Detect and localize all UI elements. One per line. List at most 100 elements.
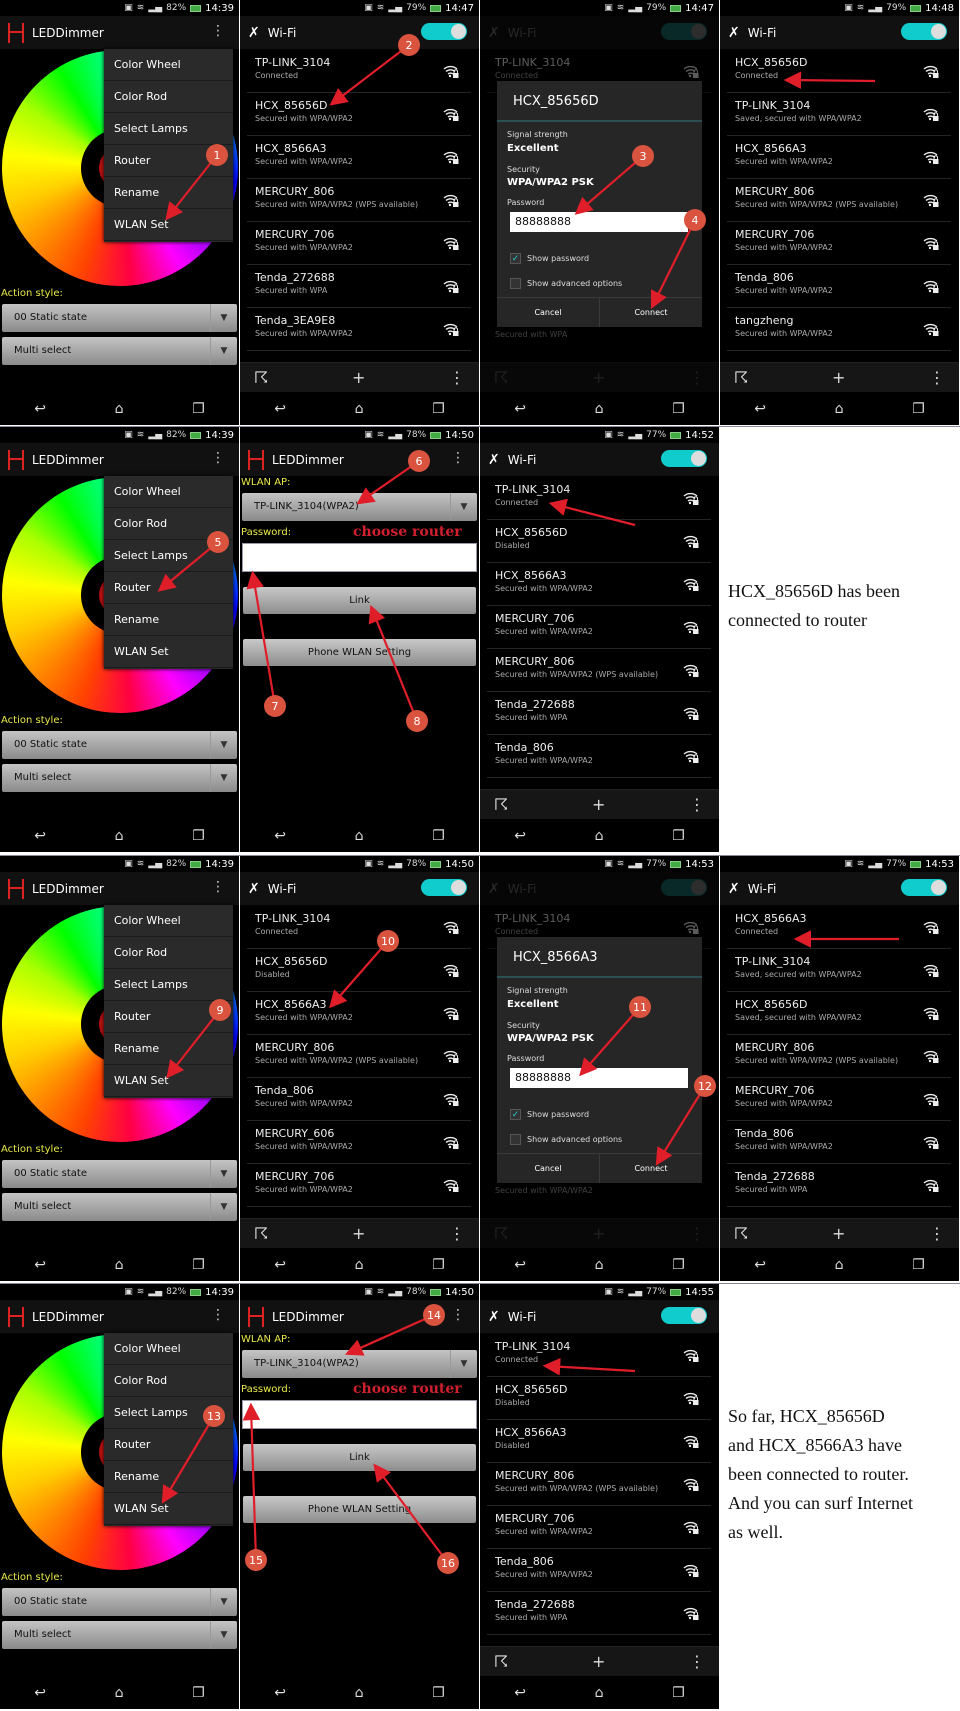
recents-icon[interactable]: ❐ xyxy=(912,1257,925,1273)
network-item[interactable]: MERCURY_806 Secured with WPA/WPA2 (WPS av… xyxy=(247,1035,471,1078)
back-icon[interactable]: ↩ xyxy=(514,401,526,417)
network-item[interactable]: HCX_85656D Disabled xyxy=(487,1377,711,1420)
home-icon[interactable]: ⌂ xyxy=(595,828,604,844)
overflow-menu-icon[interactable]: ⋮ xyxy=(451,1307,465,1323)
network-item[interactable]: HCX_85656D Saved, secured with WPA/WPA2 xyxy=(727,992,951,1035)
multi-select-dropdown[interactable]: Multi select ▼ xyxy=(2,764,237,792)
wps-icon[interactable]: ☈ xyxy=(494,1652,508,1671)
wps-icon[interactable]: ☈ xyxy=(254,368,268,387)
menu-item-rename[interactable]: Rename xyxy=(104,1461,233,1493)
overflow-menu-icon[interactable]: ⋮ xyxy=(689,795,705,814)
back-icon[interactable]: ↩ xyxy=(514,828,526,844)
network-item[interactable]: Tenda_3EA9E8 Secured with WPA/WPA2 xyxy=(247,308,471,351)
show-password-checkbox[interactable]: ✓ xyxy=(510,1109,521,1120)
home-icon[interactable]: ⌂ xyxy=(115,828,124,844)
network-item[interactable]: Tenda_272688 Secured with WPA xyxy=(727,1164,951,1207)
network-item[interactable]: Tenda_806 Secured with WPA/WPA2 xyxy=(727,1121,951,1164)
network-item[interactable]: MERCURY_706 Secured with WPA/WPA2 xyxy=(247,1164,471,1207)
home-icon[interactable]: ⌂ xyxy=(595,1257,604,1273)
overflow-menu-icon[interactable]: ⋮ xyxy=(929,368,945,387)
network-item[interactable]: MERCURY_806 Secured with WPA/WPA2 (WPS av… xyxy=(247,179,471,222)
network-item[interactable]: HCX_8566A3 Secured with WPA/WPA2 xyxy=(247,992,471,1035)
menu-item-wlan-set[interactable]: WLAN Set xyxy=(104,209,233,241)
home-icon[interactable]: ⌂ xyxy=(115,401,124,417)
add-icon[interactable]: + xyxy=(352,1224,365,1243)
advanced-options-checkbox[interactable] xyxy=(510,278,521,289)
network-item[interactable]: Tenda_272688 Secured with WPA xyxy=(487,1592,711,1635)
network-item[interactable]: HCX_8566A3 Secured with WPA/WPA2 xyxy=(727,136,951,179)
menu-item-wlan-set[interactable]: WLAN Set xyxy=(104,1065,233,1097)
multi-select-dropdown[interactable]: Multi select ▼ xyxy=(2,337,237,365)
menu-item-rename[interactable]: Rename xyxy=(104,177,233,209)
recents-icon[interactable]: ❐ xyxy=(192,828,205,844)
recents-icon[interactable]: ❐ xyxy=(192,1685,205,1701)
network-item[interactable]: tangzheng Secured with WPA/WPA2 xyxy=(727,308,951,351)
network-item[interactable]: TP-LINK_3104 Connected xyxy=(487,1334,711,1377)
network-item[interactable]: TP-LINK_3104 Saved, secured with WPA/WPA2 xyxy=(727,949,951,992)
network-item[interactable]: Tenda_272688 Secured with WPA xyxy=(247,265,471,308)
network-item[interactable]: MERCURY_606 Secured with WPA/WPA2 xyxy=(247,1121,471,1164)
recents-icon[interactable]: ❐ xyxy=(672,1685,685,1701)
menu-item-color-rod[interactable]: Color Rod xyxy=(104,937,233,969)
wps-icon[interactable]: ☈ xyxy=(734,1224,748,1243)
action-style-dropdown[interactable]: 00 Static state ▼ xyxy=(2,1588,237,1616)
wifi-toggle[interactable] xyxy=(901,879,947,896)
network-item[interactable]: TP-LINK_3104 Connected xyxy=(487,477,711,520)
network-item[interactable]: MERCURY_806 Secured with WPA/WPA2 (WPS av… xyxy=(487,1463,711,1506)
network-item[interactable]: HCX_85656D Disabled xyxy=(487,520,711,563)
menu-item-color-rod[interactable]: Color Rod xyxy=(104,1365,233,1397)
wlan-ap-dropdown[interactable]: TP-LINK_3104(WPA2) ▼ xyxy=(242,493,477,521)
home-icon[interactable]: ⌂ xyxy=(355,1685,364,1701)
home-icon[interactable]: ⌂ xyxy=(595,1685,604,1701)
action-style-dropdown[interactable]: 00 Static state ▼ xyxy=(2,304,237,332)
menu-item-router[interactable]: Router xyxy=(104,572,233,604)
home-icon[interactable]: ⌂ xyxy=(355,401,364,417)
home-icon[interactable]: ⌂ xyxy=(355,828,364,844)
menu-item-wlan-set[interactable]: WLAN Set xyxy=(104,1493,233,1525)
overflow-menu-icon[interactable]: ⋮ xyxy=(211,23,225,39)
network-item[interactable]: HCX_8566A3 Disabled xyxy=(487,1420,711,1463)
network-item[interactable]: HCX_8566A3 Connected xyxy=(727,906,951,949)
recents-icon[interactable]: ❐ xyxy=(432,1685,445,1701)
action-style-dropdown[interactable]: 00 Static state ▼ xyxy=(2,1160,237,1188)
back-icon[interactable]: ↩ xyxy=(274,828,286,844)
home-icon[interactable]: ⌂ xyxy=(595,401,604,417)
back-icon[interactable]: ↩ xyxy=(34,1257,46,1273)
wifi-toggle[interactable] xyxy=(661,450,707,467)
wifi-toggle[interactable] xyxy=(421,879,467,896)
overflow-menu-icon[interactable]: ⋮ xyxy=(211,879,225,895)
recents-icon[interactable]: ❐ xyxy=(912,401,925,417)
network-item[interactable]: TP-LINK_3104 Connected xyxy=(247,906,471,949)
wlan-ap-dropdown[interactable]: TP-LINK_3104(WPA2) ▼ xyxy=(242,1350,477,1378)
back-icon[interactable]: ↩ xyxy=(274,1257,286,1273)
overflow-menu-icon[interactable]: ⋮ xyxy=(449,1224,465,1243)
back-icon[interactable]: ↩ xyxy=(754,1257,766,1273)
network-item[interactable]: Tenda_806 Secured with WPA/WPA2 xyxy=(487,1549,711,1592)
menu-item-color-wheel[interactable]: Color Wheel xyxy=(104,476,233,508)
menu-item-router[interactable]: Router xyxy=(104,145,233,177)
network-item[interactable]: MERCURY_706 Secured with WPA/WPA2 xyxy=(727,1078,951,1121)
overflow-menu-icon[interactable]: ⋮ xyxy=(211,1307,225,1323)
menu-item-select-lamps[interactable]: Select Lamps xyxy=(104,1397,233,1429)
network-item[interactable]: Tenda_806 Secured with WPA/WPA2 xyxy=(727,265,951,308)
wps-icon[interactable]: ☈ xyxy=(494,795,508,814)
menu-item-rename[interactable]: Rename xyxy=(104,1033,233,1065)
add-icon[interactable]: + xyxy=(592,795,605,814)
add-icon[interactable]: + xyxy=(592,1652,605,1671)
menu-item-wlan-set[interactable]: WLAN Set xyxy=(104,636,233,668)
home-icon[interactable]: ⌂ xyxy=(115,1685,124,1701)
menu-item-router[interactable]: Router xyxy=(104,1001,233,1033)
back-icon[interactable]: ↩ xyxy=(754,401,766,417)
network-item[interactable]: Tenda_806 Secured with WPA/WPA2 xyxy=(247,1078,471,1121)
password-input[interactable]: 88888888 xyxy=(510,212,688,232)
wps-icon[interactable]: ☈ xyxy=(734,368,748,387)
menu-item-select-lamps[interactable]: Select Lamps xyxy=(104,540,233,572)
connect-button[interactable]: Connect xyxy=(600,1154,702,1183)
action-style-dropdown[interactable]: 00 Static state ▼ xyxy=(2,731,237,759)
menu-item-color-wheel[interactable]: Color Wheel xyxy=(104,1333,233,1365)
add-icon[interactable]: + xyxy=(832,1224,845,1243)
wifi-toggle[interactable] xyxy=(421,23,467,40)
phone-wlan-setting-button[interactable]: Phone WLAN Setting xyxy=(243,639,476,666)
recents-icon[interactable]: ❐ xyxy=(672,1257,685,1273)
overflow-menu-icon[interactable]: ⋮ xyxy=(689,1652,705,1671)
